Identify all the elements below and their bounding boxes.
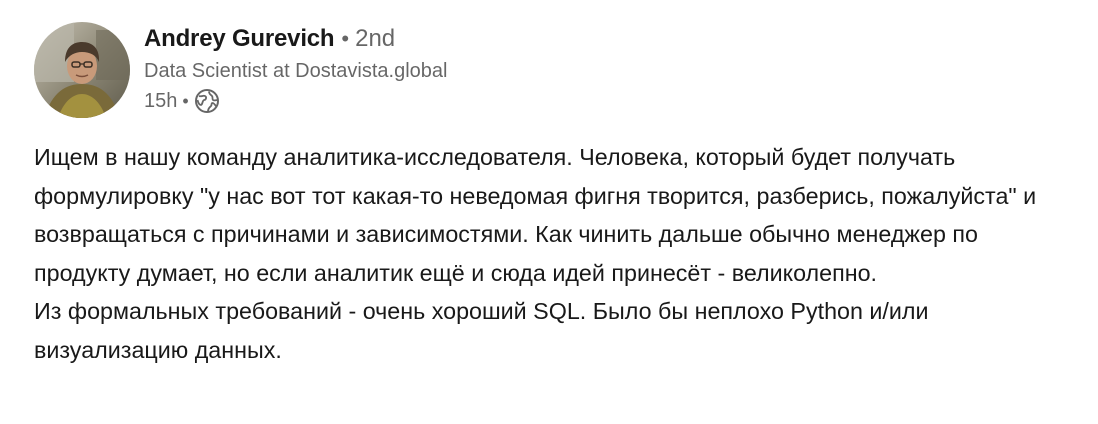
author-name-line: Andrey Gurevich • 2nd	[144, 22, 448, 56]
post-paragraph: Ищем в нашу команду аналитика-исследоват…	[34, 144, 1043, 286]
author-meta: Andrey Gurevich • 2nd Data Scientist at …	[144, 22, 448, 116]
name-separator: •	[341, 26, 350, 51]
feed-post: Andrey Gurevich • 2nd Data Scientist at …	[0, 0, 1098, 424]
post-paragraph: Из формальных требований - очень хороший…	[34, 298, 936, 363]
post-timestamp-line: 15h •	[144, 86, 448, 116]
author-name[interactable]: Andrey Gurevich	[144, 22, 335, 56]
globe-icon[interactable]	[194, 88, 220, 114]
author-avatar[interactable]	[34, 22, 130, 118]
post-header: Andrey Gurevich • 2nd Data Scientist at …	[34, 22, 448, 118]
author-headline: Data Scientist at Dostavista.global	[144, 60, 448, 82]
connection-degree: 2nd	[355, 25, 396, 52]
time-separator: •	[182, 90, 189, 111]
post-body: Ищем в нашу команду аналитика-исследоват…	[34, 138, 1074, 369]
profile-photo-icon	[34, 22, 130, 118]
post-time: 15h	[144, 89, 178, 112]
